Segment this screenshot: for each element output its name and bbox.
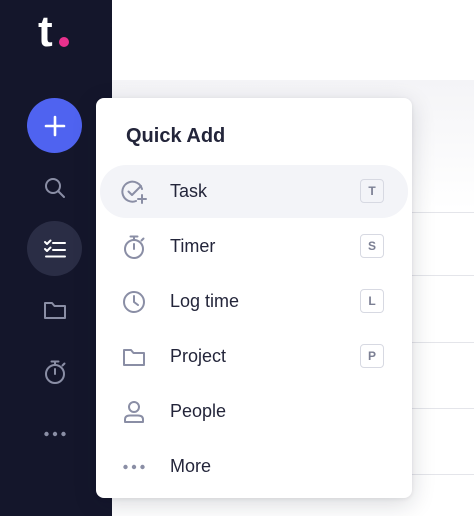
shortcut-key: P (360, 344, 384, 368)
folder-icon (120, 343, 148, 371)
menu-title: Quick Add (126, 125, 226, 147)
sidebar-item-timer[interactable] (27, 344, 82, 399)
menu-item-label: People (170, 401, 227, 421)
row-divider (402, 474, 474, 475)
menu-item-project[interactable]: Project P (100, 330, 408, 383)
menu-item-label: Project (170, 346, 227, 366)
plus-icon (44, 115, 65, 136)
more-horizontal-icon (43, 431, 66, 436)
logo-dot (59, 37, 69, 47)
menu-item-timer[interactable]: Timer S (100, 220, 408, 273)
sidebar-item-search[interactable] (27, 160, 82, 215)
stopwatch-icon (120, 233, 148, 261)
clock-icon (120, 288, 148, 316)
folder-icon (43, 301, 66, 319)
menu-item-task[interactable]: Task T (100, 165, 408, 218)
row-divider (402, 408, 474, 409)
logo-letter: t (38, 7, 53, 56)
row-divider (402, 212, 474, 213)
shortcut-key: T (360, 179, 384, 203)
stopwatch-icon (44, 360, 65, 384)
sidebar-item-more[interactable] (27, 406, 82, 461)
shortcut-key: S (360, 234, 384, 258)
menu-item-label: Timer (170, 236, 216, 256)
menu-item-label: More (170, 456, 212, 476)
person-icon (120, 398, 148, 426)
quick-add-menu: Quick Add Task T Timer S Log time L Proj… (96, 98, 412, 498)
more-horizontal-icon (120, 453, 148, 481)
task-check-icon (120, 178, 148, 206)
quick-add-button[interactable] (27, 98, 82, 153)
task-list-icon (43, 239, 66, 257)
search-icon (44, 177, 65, 198)
menu-item-label: Task (170, 181, 208, 201)
menu-item-log-time[interactable]: Log time L (100, 275, 408, 328)
menu-item-people[interactable]: People (100, 385, 408, 438)
row-divider (402, 275, 474, 276)
app-logo[interactable]: t (38, 8, 78, 56)
shortcut-key: L (360, 289, 384, 313)
menu-item-label: Log time (170, 291, 240, 311)
sidebar-item-tasks[interactable] (27, 221, 82, 276)
menu-item-more[interactable]: More (100, 440, 408, 493)
row-divider (402, 342, 474, 343)
sidebar-item-projects[interactable] (27, 282, 82, 337)
